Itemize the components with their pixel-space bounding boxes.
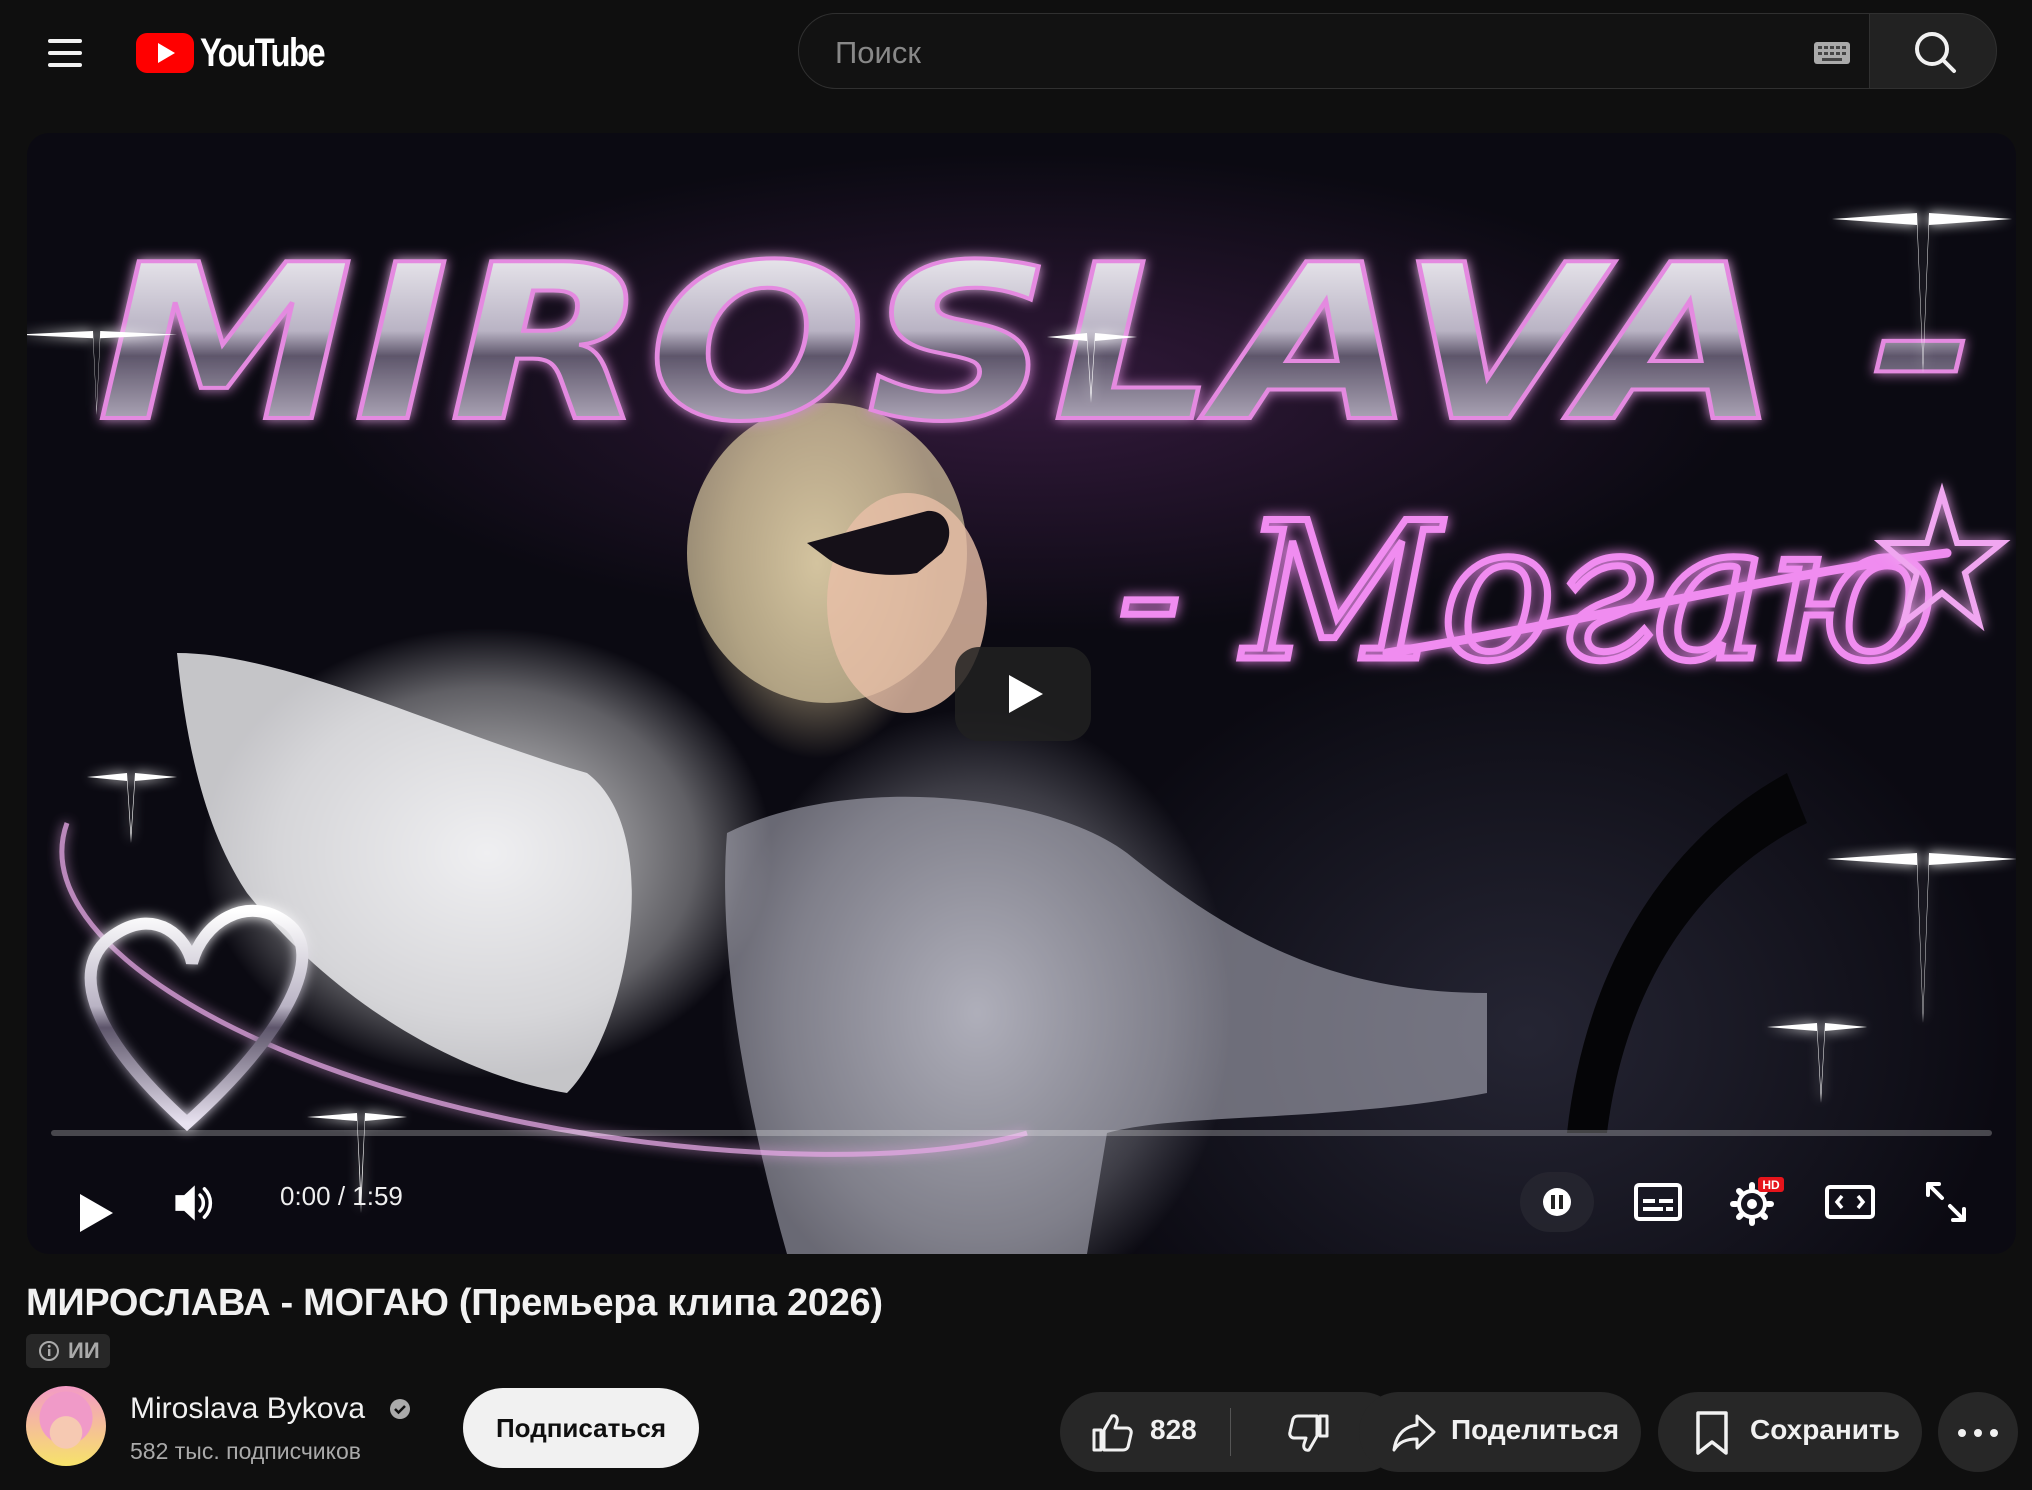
video-player[interactable]: MIROSLAVA - - Могаю 0:00 / 1:59 HD xyxy=(27,133,2016,1254)
progress-bar[interactable] xyxy=(51,1130,1992,1136)
more-actions-button[interactable] xyxy=(1938,1392,2018,1472)
theater-mode-icon[interactable] xyxy=(1814,1166,1886,1238)
info-icon xyxy=(39,1341,59,1361)
thumbnail-song-text: - Могаю xyxy=(1117,482,1937,703)
search-button[interactable] xyxy=(1869,13,1997,89)
ai-badge-label: ИИ xyxy=(68,1338,100,1363)
share-icon xyxy=(1392,1414,1436,1452)
share-label: Поделиться xyxy=(1451,1414,1620,1445)
video-title: МИРОСЛАВА - МОГАЮ (Премьера клипа 2026) xyxy=(26,1282,883,1324)
subtitles-icon[interactable] xyxy=(1622,1166,1694,1238)
ai-badge[interactable]: ИИ xyxy=(26,1334,110,1368)
play-button[interactable] xyxy=(75,1191,115,1235)
save-label: Сохранить xyxy=(1750,1414,1900,1445)
settings-icon[interactable]: HD xyxy=(1718,1166,1790,1238)
youtube-play-logo-icon xyxy=(136,33,194,73)
menu-icon[interactable] xyxy=(46,36,86,70)
thumbnail-artist-text: MIROSLAVA - xyxy=(97,218,1977,469)
thumbs-down-icon xyxy=(1288,1414,1329,1452)
more-icon xyxy=(1958,1429,1966,1437)
bookmark-icon xyxy=(1696,1411,1728,1455)
fullscreen-icon[interactable] xyxy=(1910,1166,1982,1238)
more-icon-dot xyxy=(1974,1429,1982,1437)
keyboard-icon[interactable] xyxy=(1814,42,1850,64)
channel-avatar[interactable] xyxy=(26,1386,106,1466)
thumbs-up-icon xyxy=(1092,1414,1133,1452)
pause-icon xyxy=(1543,1188,1571,1216)
search-icon xyxy=(1915,32,1956,73)
verified-icon xyxy=(390,1399,410,1419)
like-button[interactable]: 828 xyxy=(1060,1392,1230,1472)
search-input[interactable] xyxy=(833,32,1737,74)
more-icon-dot xyxy=(1990,1429,1998,1437)
volume-icon[interactable] xyxy=(167,1181,219,1225)
youtube-logo[interactable]: YouTube xyxy=(136,30,351,75)
subscriber-count: 582 тыс. подписчиков xyxy=(130,1438,361,1464)
search-bar xyxy=(798,13,1997,91)
search-box xyxy=(798,13,1870,89)
like-dislike-group: 828 xyxy=(1060,1392,1402,1472)
save-button[interactable]: Сохранить xyxy=(1658,1392,1922,1472)
share-button[interactable]: Поделиться xyxy=(1359,1392,1641,1472)
like-count: 828 xyxy=(1150,1414,1197,1445)
large-play-button[interactable] xyxy=(955,647,1091,741)
logo-text: YouTube xyxy=(200,30,326,75)
hd-badge: HD xyxy=(1762,1178,1780,1192)
autoplay-toggle[interactable] xyxy=(1520,1172,1594,1232)
time-display: 0:00 / 1:59 xyxy=(280,1181,403,1211)
player-controls-right: HD xyxy=(1500,1166,2000,1238)
subscribe-button[interactable]: Подписаться xyxy=(463,1388,699,1468)
channel-name[interactable]: Miroslava Bykova xyxy=(130,1392,365,1426)
